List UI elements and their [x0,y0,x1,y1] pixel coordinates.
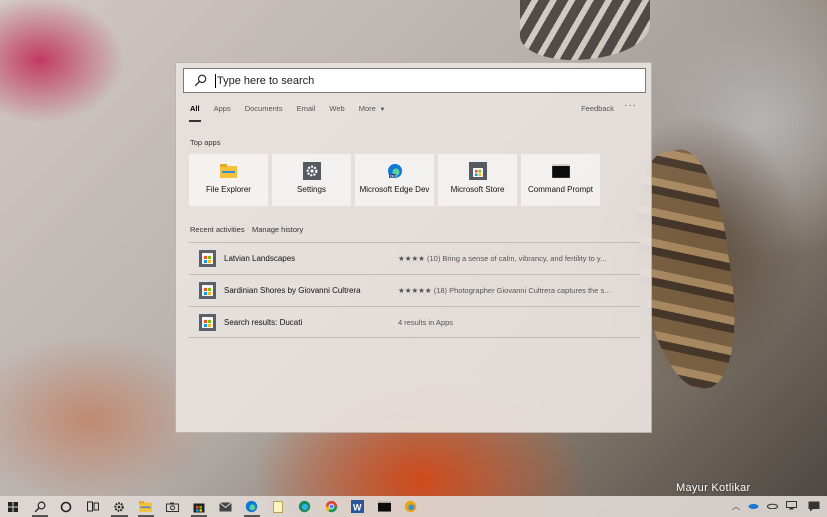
recent-item-name: Sardinian Shores by Giovanni Cultrera [224,286,361,295]
app-label: File Explorer [206,185,251,194]
cloud-icon[interactable] [767,502,778,511]
taskbar: W ︿ [0,496,827,517]
feedback-link[interactable]: Feedback [581,104,614,113]
watermark: Mayur Kotlikar [676,482,751,494]
word-icon[interactable]: W [345,496,372,517]
notepad-icon[interactable] [265,496,292,517]
list-item[interactable]: Latvian Landscapes ★★★★ (10) Bring a sen… [189,242,640,274]
chevron-up-icon[interactable]: ︿ [732,501,740,512]
app-label: Command Prompt [528,185,593,194]
edge-canary-icon[interactable] [398,496,425,517]
terminal-icon[interactable] [371,496,398,517]
search-tabs: All Apps Documents Email Web More ▼ [176,99,651,123]
search-icon[interactable] [27,496,54,517]
app-label: Microsoft Edge Dev [359,185,430,194]
app-tile-microsoft-edge-dev[interactable]: DEV Microsoft Edge Dev [355,154,434,206]
tab-apps[interactable]: Apps [214,99,231,123]
recent-item-name: Latvian Landscapes [224,254,296,263]
store-icon [199,313,216,331]
recent-item-detail: ★★★★★ (18) Photographer Giovanni Cultrer… [398,286,611,295]
folder-icon [220,162,238,180]
search-input[interactable]: Type here to search [183,68,646,93]
store-icon [199,282,216,299]
edge-icon[interactable] [292,496,319,517]
windows-start-icon[interactable] [0,496,27,517]
top-apps-heading: Top apps [190,138,221,147]
network-icon[interactable] [786,501,797,512]
app-tile-file-explorer[interactable]: File Explorer [189,154,268,206]
top-apps-list: File Explorer Settings DEV Microsoft Edg… [189,154,604,206]
search-panel: Type here to search All Apps Documents E… [175,62,652,433]
tab-email[interactable]: Email [297,99,316,123]
onedrive-icon[interactable] [748,502,759,511]
list-item[interactable]: Search results: Ducati 4 results in Apps [189,306,640,338]
svg-text:W: W [353,503,362,513]
notification-icon[interactable] [801,496,827,517]
task-view-icon[interactable] [80,496,107,517]
store-icon[interactable] [186,496,213,517]
chrome-icon[interactable] [318,496,345,517]
chevron-down-icon: ▼ [377,107,386,113]
search-icon [194,74,207,87]
recent-item-name: Search results: Ducati [224,317,303,327]
recent-item-detail: 4 results in Apps [398,317,454,327]
background-butterfly-wing-top [520,0,650,60]
svg-text:DEV: DEV [390,175,398,179]
tab-more-label: More [358,104,376,113]
app-label: Settings [297,185,326,194]
app-tile-microsoft-store[interactable]: Microsoft Store [438,154,517,206]
manage-history-link[interactable]: Manage history [252,225,303,234]
recent-activities-heading: Recent activities [190,225,245,234]
edge-dev-icon[interactable] [239,496,266,517]
cortana-icon[interactable] [53,496,80,517]
tab-documents[interactable]: Documents [245,99,283,123]
mail-icon[interactable] [212,496,239,517]
search-placeholder: Type here to search [217,74,315,87]
recent-item-detail: ★★★★ (10) Bring a sense of calm, vibranc… [398,254,607,263]
tab-web[interactable]: Web [329,99,344,123]
more-options-button[interactable]: ··· [624,100,637,111]
edge-dev-icon: DEV [386,162,404,180]
app-tile-settings[interactable]: Settings [272,154,351,206]
recent-activities-list: Latvian Landscapes ★★★★ (10) Bring a sen… [189,242,640,338]
file-explorer-icon[interactable] [133,496,160,517]
text-caret [215,73,216,88]
store-icon [199,250,216,267]
terminal-icon [551,162,570,180]
gear-icon [302,162,321,180]
camera-icon[interactable] [159,496,186,517]
app-tile-command-prompt[interactable]: Command Prompt [521,154,600,206]
tab-all[interactable]: All [189,99,201,123]
store-icon [468,162,487,180]
app-label: Microsoft Store [450,185,505,194]
settings-icon[interactable] [106,496,133,517]
system-tray: ︿ [728,496,827,517]
list-item[interactable]: Sardinian Shores by Giovanni Cultrera ★★… [189,274,640,306]
tab-more[interactable]: More ▼ [359,99,386,123]
